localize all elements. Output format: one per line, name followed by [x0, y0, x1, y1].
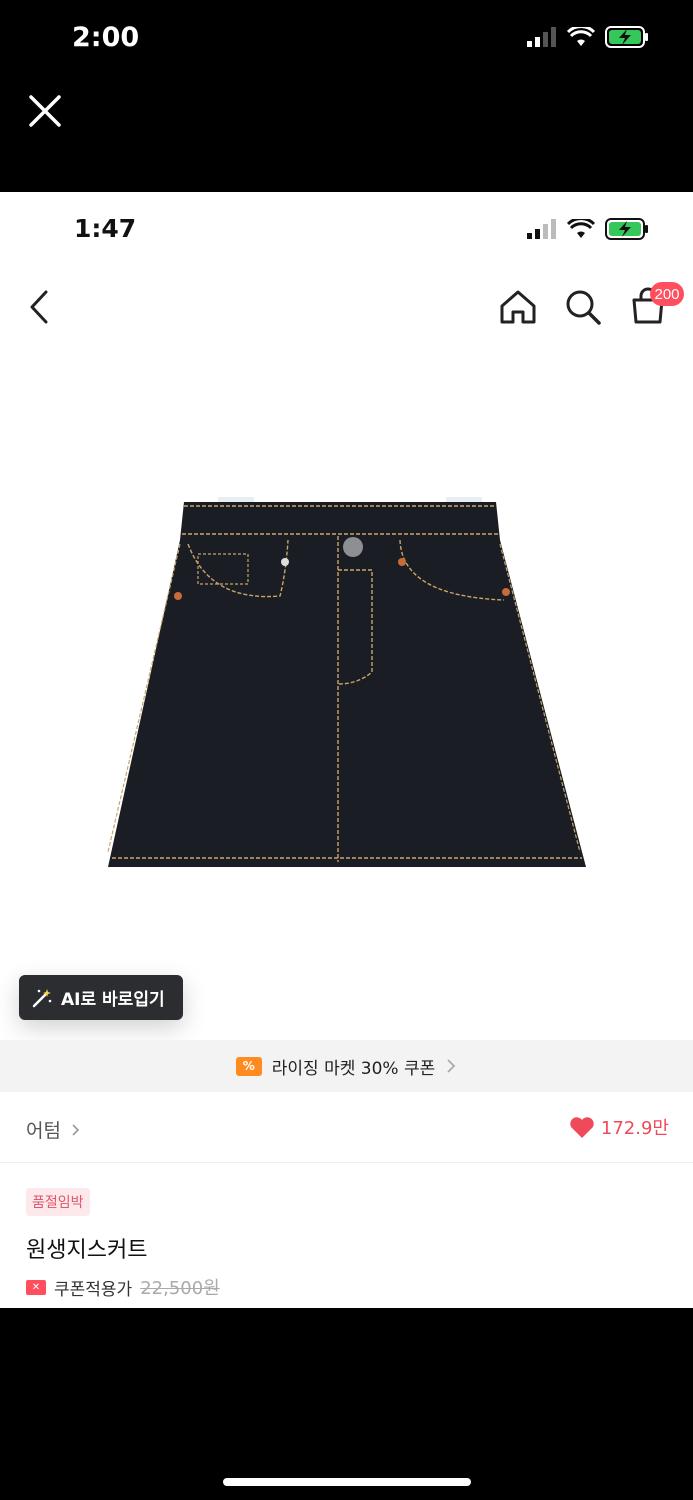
like-button[interactable]: 172.9만 — [569, 1114, 669, 1140]
coupon-banner[interactable]: % 라이징 마켓 30% 쿠폰 — [0, 1040, 693, 1092]
ai-try-on-label: AI로 바로입기 — [61, 990, 165, 1010]
inner-status-time: 1:47 — [74, 214, 137, 243]
chevron-right-icon — [447, 1059, 456, 1073]
like-count: 172.9만 — [600, 1118, 669, 1139]
wifi-icon — [567, 27, 595, 46]
coupon-banner-text: 라이징 마켓 30% 쿠폰 — [271, 1058, 436, 1079]
inner-status-icons — [527, 218, 649, 240]
cart-count-badge: 200 — [650, 282, 684, 306]
home-icon[interactable] — [498, 288, 538, 326]
product-title: 원생지스커트 — [26, 1238, 148, 1263]
price-row: ✕ 쿠폰적용가 22,500원 — [26, 1274, 220, 1300]
original-price: 22,500원 — [140, 1278, 220, 1299]
signal-icon — [527, 27, 556, 47]
magic-wand-icon — [32, 988, 52, 1007]
chevron-right-icon — [72, 1123, 80, 1136]
heart-icon — [570, 1116, 594, 1138]
outer-status-time: 2:00 — [72, 22, 140, 53]
battery-charging-icon — [605, 218, 648, 240]
close-icon[interactable] — [28, 94, 62, 128]
brand-row: 어텀 172.9만 — [0, 1092, 693, 1163]
soldout-soon-tag: 품절임박 — [26, 1188, 90, 1216]
search-icon[interactable] — [564, 288, 602, 326]
battery-charging-icon — [605, 26, 648, 48]
product-image[interactable] — [100, 492, 594, 887]
coupon-chip-icon: % — [235, 1056, 262, 1076]
coupon-ticket-icon: ✕ — [26, 1279, 46, 1295]
back-icon[interactable] — [26, 288, 54, 326]
outer-status-icons — [527, 26, 649, 48]
brand-link[interactable]: 어텀 — [26, 1116, 81, 1143]
product-screen: 1:47 200 AI로 바로입기 % 라이징 마켓 30% 쿠폰 어텀 172… — [0, 192, 693, 1308]
wifi-icon — [567, 219, 595, 238]
brand-name: 어텀 — [26, 1120, 61, 1142]
home-indicator[interactable] — [223, 1478, 471, 1486]
ai-try-on-button[interactable]: AI로 바로입기 — [19, 975, 183, 1020]
coupon-price-label: 쿠폰적용가 — [54, 1279, 133, 1300]
signal-icon — [527, 219, 556, 239]
